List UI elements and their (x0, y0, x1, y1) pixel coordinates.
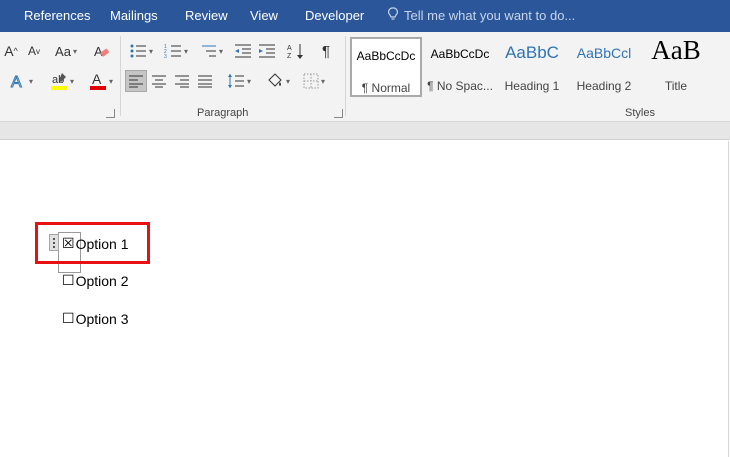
text-effects-icon[interactable]: A ▾ (4, 70, 38, 92)
checkbox-option-3[interactable]: ☐ Option 3 (62, 311, 129, 327)
font-dialog-launcher-icon[interactable] (106, 109, 115, 118)
style-sample: AaBbCcDc (356, 49, 416, 63)
group-separator (345, 36, 346, 116)
option-label: Option 3 (75, 311, 129, 327)
svg-text:3: 3 (164, 54, 167, 59)
shrink-font-icon[interactable]: Av (25, 40, 43, 62)
lightbulb-icon (388, 7, 398, 24)
red-highlight-box (35, 222, 150, 264)
style-heading-1[interactable]: AaBbC Heading 1 (496, 37, 568, 97)
tab-mailings[interactable]: Mailings (110, 8, 158, 23)
line-spacing-icon[interactable]: ▾ (222, 70, 256, 92)
ribbon-tab-bar: References Mailings Review View Develope… (0, 0, 730, 32)
style-heading-2[interactable]: AaBbCcl Heading 2 (568, 37, 640, 97)
tell-me-search[interactable]: Tell me what you want to do... (388, 7, 575, 24)
numbering-icon[interactable]: 1 2 3 ▾ (160, 40, 192, 62)
shading-icon[interactable]: ▾ (262, 70, 294, 92)
style-subtitle-partial[interactable] (712, 37, 730, 97)
font-color-icon[interactable]: A ▾ (84, 70, 118, 92)
style-name: ¶ Normal (361, 81, 411, 95)
align-left-icon[interactable] (125, 70, 147, 92)
group-label-paragraph: Paragraph (197, 107, 249, 119)
change-case-icon[interactable]: Aa ▾ (51, 40, 81, 62)
tell-me-text: Tell me what you want to do... (404, 8, 576, 23)
style-name: Title (664, 79, 688, 93)
increase-indent-icon[interactable] (257, 40, 277, 62)
ruler-area (0, 122, 730, 140)
highlight-color-icon[interactable]: ab ▾ (45, 70, 79, 92)
style-name: Heading 1 (504, 79, 560, 93)
unchecked-checkbox-icon[interactable]: ☐ (62, 311, 75, 327)
svg-text:A: A (94, 44, 103, 59)
svg-text:A: A (92, 71, 102, 87)
svg-text:A: A (11, 74, 22, 90)
style-name: Heading 2 (576, 79, 632, 93)
multilevel-list-icon[interactable]: ▾ (195, 40, 227, 62)
style-no-spacing[interactable]: AaBbCcDc ¶ No Spac... (424, 37, 496, 97)
align-right-icon[interactable] (171, 70, 193, 92)
show-formatting-marks-icon[interactable]: ¶ (316, 40, 336, 62)
style-sample: AaB (651, 37, 701, 65)
style-sample: AaBbCcDc (430, 47, 490, 61)
tab-view[interactable]: View (250, 8, 278, 23)
bullets-icon[interactable]: ▾ (125, 40, 157, 62)
tab-references[interactable]: References (24, 8, 90, 23)
style-sample: AaBbC (505, 43, 559, 62)
unchecked-checkbox-icon[interactable]: ☐ (62, 273, 75, 289)
borders-icon[interactable]: ▾ (298, 70, 330, 92)
ribbon-home: A ^ Av Aa ▾ A A ▾ ab ▾ A ▾ ▾ 1 2 3 ▾ ▾ AZ ¶ (0, 32, 730, 122)
checkbox-option-2[interactable]: ☐ Option 2 (62, 273, 129, 289)
paragraph-dialog-launcher-icon[interactable] (334, 109, 343, 118)
document-page[interactable] (0, 141, 729, 457)
tab-review[interactable]: Review (185, 8, 228, 23)
sort-icon[interactable]: AZ (286, 40, 306, 62)
tab-developer[interactable]: Developer (305, 8, 364, 23)
grow-font-icon[interactable]: A ^ (2, 40, 20, 62)
style-normal[interactable]: AaBbCcDc ¶ Normal (350, 37, 422, 97)
group-separator (120, 36, 121, 116)
style-sample: AaBbCcl (576, 45, 632, 61)
decrease-indent-icon[interactable] (233, 40, 253, 62)
svg-text:A: A (287, 45, 292, 52)
justify-icon[interactable] (194, 70, 216, 92)
style-title[interactable]: AaB Title (640, 37, 712, 97)
align-center-icon[interactable] (148, 70, 170, 92)
svg-text:Z: Z (287, 53, 292, 60)
style-name: ¶ No Spac... (427, 79, 493, 93)
option-label: Option 2 (75, 273, 129, 289)
group-label-styles: Styles (625, 107, 655, 119)
clear-formatting-icon[interactable]: A (90, 40, 114, 62)
